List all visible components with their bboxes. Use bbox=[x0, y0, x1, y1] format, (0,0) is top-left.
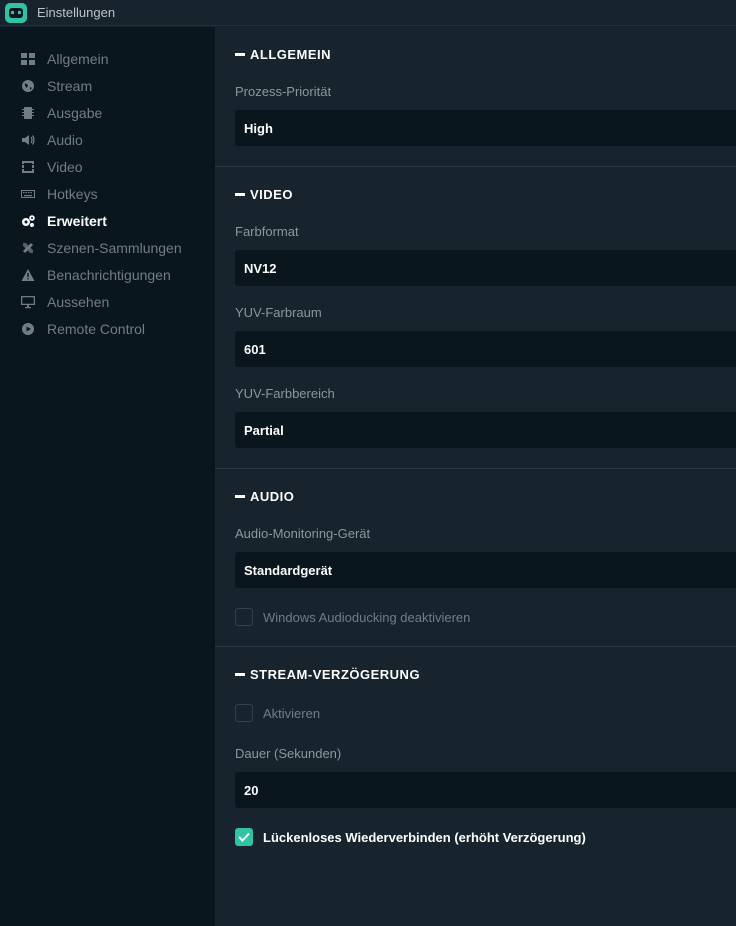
warning-icon bbox=[20, 267, 36, 283]
section-header-general[interactable]: ALLGEMEIN bbox=[235, 47, 736, 62]
title-bar: Einstellungen bbox=[0, 0, 736, 26]
section-video: VIDEO Farbformat NV12 YUV-Farbraum 601 Y… bbox=[215, 167, 736, 469]
sidebar-item-label: Allgemein bbox=[47, 50, 109, 67]
section-stream-delay: STREAM-VERZÖGERUNG Aktivieren Dauer (Sek… bbox=[215, 647, 736, 866]
enable-delay-label: Aktivieren bbox=[263, 705, 321, 721]
audio-ducking-checkbox[interactable] bbox=[235, 608, 253, 626]
seamless-reconnect-checkbox-row[interactable]: Lückenloses Wiederverbinden (erhöht Verz… bbox=[235, 828, 736, 846]
sidebar-item-aussehen[interactable]: Aussehen bbox=[0, 288, 215, 315]
sidebar-item-label: Audio bbox=[47, 131, 83, 148]
audio-monitoring-label: Audio-Monitoring-Gerät bbox=[235, 526, 371, 541]
color-format-label: Farbformat bbox=[235, 224, 299, 239]
sidebar-item-ausgabe[interactable]: Ausgabe bbox=[0, 99, 215, 126]
play-circle-icon bbox=[20, 321, 36, 337]
section-header-stream-delay[interactable]: STREAM-VERZÖGERUNG bbox=[235, 667, 736, 682]
section-general: ALLGEMEIN Prozess-Priorität High bbox=[215, 27, 736, 167]
sidebar-item-stream[interactable]: Stream bbox=[0, 72, 215, 99]
section-title: ALLGEMEIN bbox=[250, 47, 332, 62]
collapse-icon bbox=[235, 673, 245, 676]
section-title: STREAM-VERZÖGERUNG bbox=[250, 667, 421, 682]
seamless-reconnect-label: Lückenloses Wiederverbinden (erhöht Verz… bbox=[263, 829, 586, 845]
sidebar-item-label: Ausgabe bbox=[47, 104, 103, 121]
sidebar-item-erweitert[interactable]: Erweitert bbox=[0, 207, 215, 234]
checkmark-icon bbox=[238, 832, 250, 842]
collapse-icon bbox=[235, 495, 245, 498]
sidebar-item-label: Video bbox=[47, 158, 83, 175]
process-priority-label: Prozess-Priorität bbox=[235, 84, 332, 99]
sidebar-item-label: Remote Control bbox=[47, 320, 146, 337]
section-title: VIDEO bbox=[250, 187, 293, 202]
yuv-color-space-label: YUV-Farbraum bbox=[235, 305, 322, 320]
sidebar-item-audio[interactable]: Audio bbox=[0, 126, 215, 153]
keyboard-icon bbox=[20, 186, 36, 202]
sidebar-item-label: Aussehen bbox=[47, 293, 110, 310]
settings-content: ALLGEMEIN Prozess-Priorität High VIDEO F… bbox=[215, 27, 736, 926]
enable-delay-checkbox-row[interactable]: Aktivieren bbox=[235, 704, 736, 722]
grid-icon bbox=[20, 51, 36, 67]
sidebar-item-benachrichtigungen[interactable]: Benachrichtigungen bbox=[0, 261, 215, 288]
film-icon bbox=[20, 159, 36, 175]
delay-duration-input[interactable]: 20 bbox=[235, 772, 736, 808]
gears-icon bbox=[20, 213, 36, 229]
section-audio: AUDIO Audio-Monitoring-Gerät Standardger… bbox=[215, 469, 736, 647]
app-logo-icon bbox=[5, 2, 27, 23]
sidebar-item-label: Hotkeys bbox=[47, 185, 98, 202]
settings-sidebar: Allgemein Stream Ausgabe Audio Video Hot… bbox=[0, 27, 215, 926]
speaker-icon bbox=[20, 132, 36, 148]
monitor-icon bbox=[20, 294, 36, 310]
sidebar-item-szenen-sammlungen[interactable]: Szenen-Sammlungen bbox=[0, 234, 215, 261]
chip-icon bbox=[20, 105, 36, 121]
audio-ducking-label: Windows Audioducking deaktivieren bbox=[263, 609, 471, 625]
audio-ducking-checkbox-row[interactable]: Windows Audioducking deaktivieren bbox=[235, 608, 736, 626]
sidebar-item-hotkeys[interactable]: Hotkeys bbox=[0, 180, 215, 207]
enable-delay-checkbox[interactable] bbox=[235, 704, 253, 722]
yuv-color-range-select[interactable]: Partial bbox=[235, 412, 736, 448]
yuv-color-space-select[interactable]: 601 bbox=[235, 331, 736, 367]
sidebar-item-label: Stream bbox=[47, 77, 93, 94]
sidebar-item-allgemein[interactable]: Allgemein bbox=[0, 45, 215, 72]
sidebar-item-remote-control[interactable]: Remote Control bbox=[0, 315, 215, 342]
collapse-icon bbox=[235, 193, 245, 196]
section-header-video[interactable]: VIDEO bbox=[235, 187, 736, 202]
yuv-color-range-label: YUV-Farbbereich bbox=[235, 386, 335, 401]
section-header-audio[interactable]: AUDIO bbox=[235, 489, 736, 504]
sidebar-item-label: Erweitert bbox=[47, 212, 107, 229]
collapse-icon bbox=[235, 53, 245, 56]
audio-monitoring-select[interactable]: Standardgerät bbox=[235, 552, 736, 588]
color-format-select[interactable]: NV12 bbox=[235, 250, 736, 286]
globe-icon bbox=[20, 78, 36, 94]
delay-duration-label: Dauer (Sekunden) bbox=[235, 746, 342, 761]
seamless-reconnect-checkbox[interactable] bbox=[235, 828, 253, 846]
sidebar-item-video[interactable]: Video bbox=[0, 153, 215, 180]
section-title: AUDIO bbox=[250, 489, 295, 504]
tools-icon bbox=[20, 240, 36, 256]
window-title: Einstellungen bbox=[37, 5, 116, 20]
sidebar-item-label: Szenen-Sammlungen bbox=[47, 239, 182, 256]
sidebar-item-label: Benachrichtigungen bbox=[47, 266, 171, 283]
process-priority-select[interactable]: High bbox=[235, 110, 736, 146]
